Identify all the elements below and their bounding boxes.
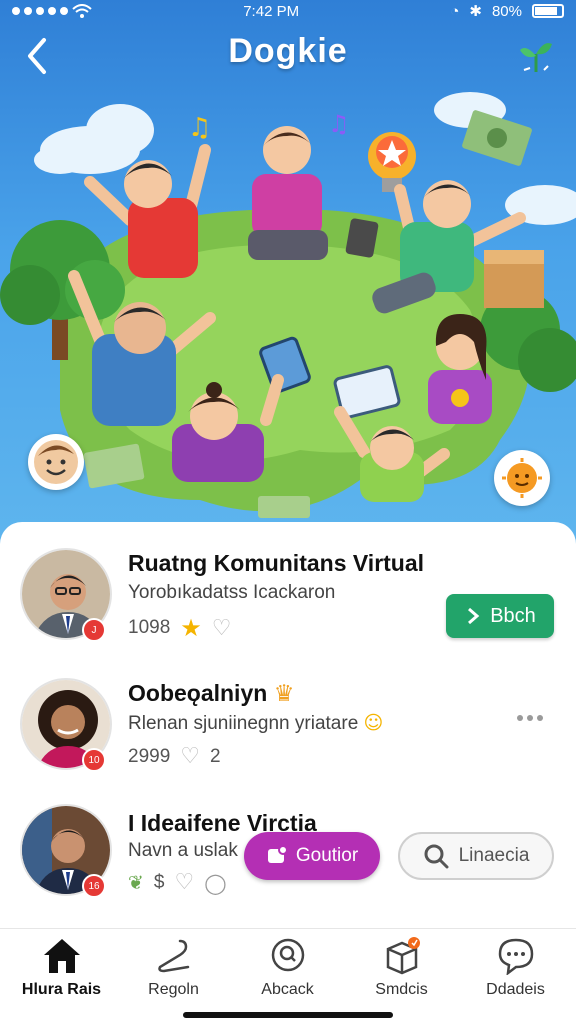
hanger-icon	[157, 939, 189, 973]
item-count: 1098	[128, 617, 171, 638]
page-title: Dogkie	[228, 32, 348, 70]
hero-banner: 7:42 PM ◔ ✱ 80% Dogkie ♫ ♫	[0, 0, 576, 560]
tab-box-label: Smdcis	[375, 981, 428, 998]
money-illustration-top	[462, 110, 532, 166]
item-title: Oobeǫalniyn ♛	[128, 680, 295, 707]
tab-box[interactable]: Smdcis	[344, 937, 459, 1007]
search-button-label: Linaecia	[458, 845, 530, 866]
notification-badge: 16	[82, 874, 106, 898]
chat-icon	[498, 938, 533, 975]
user-avatar-bubble[interactable]	[28, 434, 84, 490]
community-card: J Ruatng Komunitans Virtual Yorobıkadats…	[0, 522, 576, 932]
smiling-face-icon	[34, 440, 78, 484]
join-button[interactable]: Bbch	[446, 594, 554, 638]
item-count: 2999	[128, 745, 171, 767]
box-illustration	[484, 250, 544, 308]
item-meta: 2999 ♡ 2	[128, 744, 221, 769]
tab-search[interactable]: Abcack	[230, 937, 345, 1007]
leaf-icon: ❦	[128, 871, 144, 894]
item-title: Ruatng Komunitans Virtual	[128, 550, 425, 576]
bottom-navigation: Hlura Rais Regoln Abcack Smdcis Ddadeis	[0, 928, 576, 1024]
tab-regoln[interactable]: Regoln	[116, 937, 231, 1007]
more-options-icon[interactable]	[512, 706, 548, 730]
tab-search-label: Abcack	[261, 981, 314, 998]
svg-text:♫: ♫	[328, 110, 350, 138]
status-bar: 7:42 PM ◔ ✱ 80%	[0, 0, 576, 22]
lightbulb-illustration	[368, 132, 416, 192]
list-item[interactable]: 16 I Ideaifene Virctia Navn a uslak ❦ $ …	[0, 802, 576, 922]
person-pink-shirt	[248, 126, 328, 260]
tab-home-label: Hlura Rais	[21, 981, 102, 998]
sun-face-icon	[502, 458, 542, 498]
list-item[interactable]: J Ruatng Komunitans Virtual Yorobıkadats…	[0, 542, 576, 662]
reply-count: 2	[210, 745, 221, 767]
item-subtitle: Navn a uslak	[128, 840, 238, 861]
chevron-right-icon	[468, 607, 480, 625]
community-illustration: ♫ ♫	[0, 92, 576, 518]
search-icon	[424, 844, 449, 869]
tab-chat-label: Ddadeis	[486, 981, 545, 998]
signal-indicator	[12, 4, 92, 18]
search-button[interactable]: Linaecia	[398, 832, 554, 880]
lock-rotation-icon: ◔	[450, 2, 460, 20]
item-meta: ❦ $ ♡ ◯	[128, 870, 227, 895]
sprout-icon[interactable]	[516, 36, 556, 76]
item-subtitle: Rlenan sjuniinegnn yriatare ☺	[128, 712, 384, 734]
item-meta: 1098 ★ ♡	[128, 614, 232, 642]
svg-text:♫: ♫	[188, 113, 211, 143]
primary-action-label: Goutior	[295, 845, 359, 866]
tab-regoln-label: Regoln	[148, 981, 199, 998]
heart-icon[interactable]: ♡	[180, 744, 200, 769]
item-subtitle: Yorobıkadatss Icackaron	[128, 582, 336, 603]
notification-badge: 10	[82, 748, 106, 772]
status-time: 7:42 PM	[243, 2, 300, 20]
search-icon	[271, 938, 304, 972]
crown-icon: ♛	[273, 681, 295, 707]
home-indicator[interactable]	[183, 1012, 393, 1018]
comment-icon[interactable]: ◯	[204, 871, 226, 895]
bluetooth-icon: ✱	[469, 3, 482, 20]
star-icon[interactable]: ★	[180, 614, 202, 642]
heart-icon[interactable]: ♡	[212, 616, 232, 641]
box-icon	[386, 937, 420, 975]
price-symbol: $	[153, 871, 165, 893]
notification-badge: J	[82, 618, 106, 642]
join-button-label: Bbch	[490, 604, 536, 627]
emoji-icon: ☺	[363, 712, 384, 734]
tab-home[interactable]: Hlura Rais	[4, 937, 119, 1007]
list-item[interactable]: 10 Oobeǫalniyn ♛ Rlenan sjuniinegnn yria…	[0, 672, 576, 792]
battery-percent: 80%	[491, 2, 522, 20]
tab-chat[interactable]: Ddadeis	[458, 937, 573, 1007]
wifi-icon	[72, 4, 92, 18]
emoji-bubble[interactable]	[494, 450, 550, 506]
battery-icon	[531, 4, 564, 18]
home-icon	[43, 939, 80, 973]
primary-action-button[interactable]: Goutior	[244, 832, 380, 880]
heart-icon[interactable]: ♡	[175, 870, 195, 895]
chat-plus-icon	[267, 845, 288, 863]
